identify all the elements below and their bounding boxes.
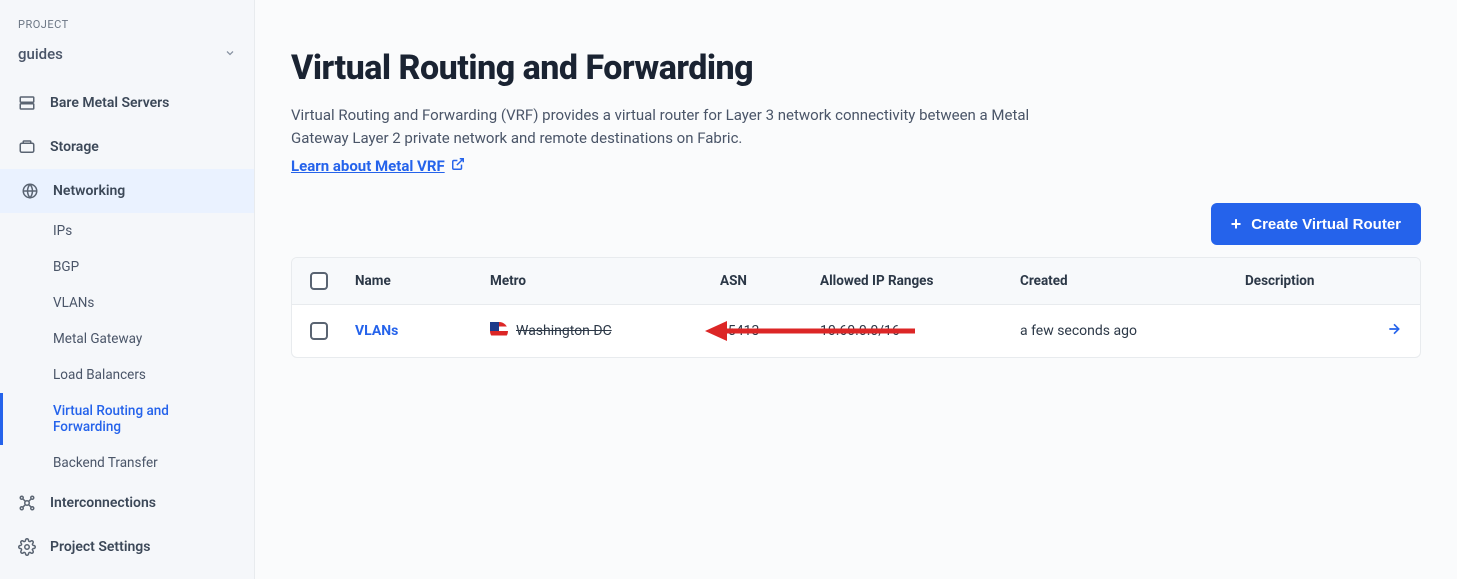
table-header-row: Name Metro ASN Allowed IP Ranges Created…: [292, 258, 1420, 305]
create-virtual-router-button[interactable]: + Create Virtual Router: [1211, 203, 1421, 245]
sidebar-subitem-vrf[interactable]: Virtual Routing and Forwarding: [0, 393, 254, 445]
sidebar-subitem-vlans[interactable]: VLANs: [0, 285, 254, 321]
sidebar-item-label: Interconnections: [50, 495, 156, 511]
sidebar-subitem-ips[interactable]: IPs: [0, 213, 254, 249]
row-checkbox[interactable]: [310, 322, 328, 340]
col-header-asn: ASN: [720, 273, 820, 289]
plus-icon: +: [1231, 215, 1242, 233]
select-all-checkbox[interactable]: [310, 272, 328, 290]
sidebar-item-label: Bare Metal Servers: [50, 95, 169, 111]
sidebar-item-label: Storage: [50, 139, 99, 155]
page-description: Virtual Routing and Forwarding (VRF) pro…: [291, 104, 1051, 149]
gear-icon: [18, 538, 36, 556]
sidebar-subitem-bgp[interactable]: BGP: [0, 249, 254, 285]
project-selector[interactable]: guides: [0, 39, 254, 81]
sidebar-item-interconnections[interactable]: Interconnections: [0, 481, 254, 525]
row-name-link[interactable]: VLANs: [355, 323, 398, 339]
sidebar-subitem-metal-gateway[interactable]: Metal Gateway: [0, 321, 254, 357]
sidebar: PROJECT guides Bare Metal Servers Storag…: [0, 0, 255, 579]
col-header-name: Name: [355, 273, 490, 289]
page-title: Virtual Routing and Forwarding: [291, 48, 1421, 88]
us-flag-icon: [490, 322, 508, 340]
sidebar-subitem-load-balancers[interactable]: Load Balancers: [0, 357, 254, 393]
col-header-metro: Metro: [490, 273, 720, 289]
learn-more-link[interactable]: Learn about Metal VRF: [291, 157, 465, 175]
globe-icon: [21, 182, 39, 200]
row-created: a few seconds ago: [1020, 323, 1245, 339]
col-header-description: Description: [1245, 273, 1362, 289]
sidebar-item-bare-metal-servers[interactable]: Bare Metal Servers: [0, 81, 254, 125]
sidebar-subitem-backend-transfer[interactable]: Backend Transfer: [0, 445, 254, 481]
row-metro: Washington DC: [516, 323, 612, 339]
main-content: Virtual Routing and Forwarding Virtual R…: [255, 0, 1457, 579]
sidebar-item-label: Networking: [53, 183, 125, 199]
sidebar-item-project-settings[interactable]: Project Settings: [0, 525, 254, 569]
toolbar: + Create Virtual Router: [291, 203, 1421, 245]
storage-icon: [18, 138, 36, 156]
table-row[interactable]: VLANs Washington DC 65413 10.60.0.0/16 a…: [292, 305, 1420, 357]
col-header-allowed: Allowed IP Ranges: [820, 273, 1020, 289]
arrow-right-icon[interactable]: [1386, 325, 1402, 341]
sidebar-item-storage[interactable]: Storage: [0, 125, 254, 169]
create-button-label: Create Virtual Router: [1251, 216, 1401, 233]
project-section-label: PROJECT: [0, 18, 254, 39]
learn-link-label: Learn about Metal VRF: [291, 157, 445, 175]
interconnections-icon: [18, 494, 36, 512]
project-name: guides: [18, 45, 63, 63]
external-link-icon: [451, 157, 465, 175]
row-asn: 65413: [720, 323, 820, 339]
row-allowed-ip: 10.60.0.0/16: [820, 323, 1020, 339]
col-header-created: Created: [1020, 273, 1245, 289]
vrf-table: Name Metro ASN Allowed IP Ranges Created…: [291, 257, 1421, 358]
sidebar-item-label: Project Settings: [50, 539, 150, 555]
server-icon: [18, 94, 36, 112]
sidebar-item-networking[interactable]: Networking: [0, 169, 254, 213]
networking-subnav: IPs BGP VLANs Metal Gateway Load Balance…: [0, 213, 254, 481]
chevron-down-icon: [224, 45, 236, 63]
